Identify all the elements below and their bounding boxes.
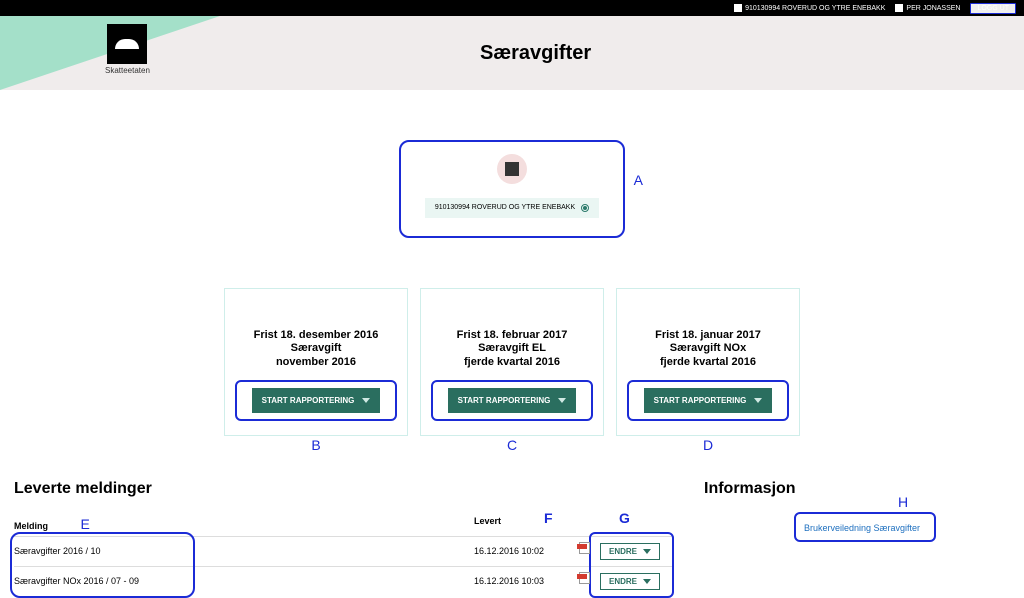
col-melding-label: Melding bbox=[14, 521, 48, 531]
topbar: 910130994 ROVERUD OG YTRE ENEBAKK PER JO… bbox=[0, 0, 1024, 16]
lower-section: Leverte meldinger Melding E Levert F G S… bbox=[14, 480, 1014, 596]
table-row: Særavgifter 2016 / 10 16.12.2016 10:02 E… bbox=[14, 536, 674, 566]
logo-block: Skatteetaten bbox=[105, 24, 150, 75]
table-header: Melding E Levert F G bbox=[14, 512, 674, 536]
start-reporting-button[interactable]: START RAPPORTERING bbox=[448, 388, 577, 413]
callout-b: B bbox=[311, 437, 320, 453]
hero: Skatteetaten Særavgifter bbox=[0, 16, 1024, 90]
cell-levert: 16.12.2016 10:02 bbox=[474, 546, 569, 556]
callout-h: H bbox=[898, 494, 908, 510]
info-link-highlight: H Brukerveiledning Særavgifter bbox=[794, 512, 936, 542]
rows-wrap: Særavgifter 2016 / 10 16.12.2016 10:02 E… bbox=[14, 536, 674, 596]
col-actions-header: G bbox=[569, 516, 674, 532]
col-levert-header: Levert F bbox=[474, 516, 569, 532]
cell-melding: Særavgifter 2016 / 10 bbox=[14, 546, 474, 556]
card-line3: fjerde kvartal 2016 bbox=[660, 356, 756, 368]
callout-d: D bbox=[703, 437, 713, 453]
card-line1: Frist 18. januar 2017 bbox=[655, 329, 761, 341]
reporting-cards-row: Frist 18. desember 2016 Særavgift novemb… bbox=[0, 288, 1024, 436]
brand-name: Skatteetaten bbox=[105, 66, 150, 75]
card-line3: fjerde kvartal 2016 bbox=[464, 356, 560, 368]
delivered-messages: Leverte meldinger Melding E Levert F G S… bbox=[14, 480, 674, 596]
report-card-title: Frist 18. januar 2017 Særavgift NOx fjer… bbox=[627, 329, 789, 370]
delivered-heading: Leverte meldinger bbox=[14, 480, 674, 498]
start-reporting-button[interactable]: START RAPPORTERING bbox=[252, 388, 381, 413]
entity-icon-circle bbox=[497, 154, 527, 184]
card-line2: Særavgift EL bbox=[478, 342, 546, 354]
information-panel: Informasjon H Brukerveiledning Særavgift… bbox=[704, 480, 1014, 596]
report-card-title: Frist 18. desember 2016 Særavgift novemb… bbox=[235, 329, 397, 370]
button-highlight: START RAPPORTERING bbox=[235, 380, 397, 421]
pdf-icon[interactable] bbox=[579, 572, 590, 584]
pdf-icon[interactable] bbox=[579, 542, 590, 554]
callout-e: E bbox=[81, 516, 90, 532]
edit-button[interactable]: ENDRE bbox=[600, 573, 660, 590]
topbar-user-label: PER JONASSEN bbox=[906, 5, 960, 12]
report-card: Frist 18. februar 2017 Særavgift EL fjer… bbox=[420, 288, 604, 436]
report-card-title: Frist 18. februar 2017 Særavgift EL fjer… bbox=[431, 329, 593, 370]
callout-g: G bbox=[619, 510, 630, 526]
topbar-org: 910130994 ROVERUD OG YTRE ENEBAKK bbox=[734, 4, 885, 12]
start-button-label: START RAPPORTERING bbox=[458, 396, 551, 405]
logout-button[interactable]: LOGG UT bbox=[970, 3, 1016, 14]
card-line2: Særavgift NOx bbox=[670, 342, 746, 354]
card-line2: Særavgift bbox=[291, 342, 342, 354]
button-highlight: START RAPPORTERING bbox=[627, 380, 789, 421]
callout-a: A bbox=[634, 172, 643, 188]
col-levert-label: Levert bbox=[474, 516, 501, 526]
card-line1: Frist 18. desember 2016 bbox=[254, 329, 379, 341]
user-guide-link[interactable]: Brukerveiledning Særavgifter bbox=[804, 523, 920, 533]
table-row: Særavgifter NOx 2016 / 07 - 09 16.12.201… bbox=[14, 566, 674, 596]
col-melding-header: Melding E bbox=[14, 516, 474, 532]
chevron-down-icon bbox=[754, 398, 762, 403]
entity-selector[interactable]: 910130994 ROVERUD OG YTRE ENEBAKK bbox=[425, 198, 599, 218]
page-title: Særavgifter bbox=[480, 42, 591, 65]
chevron-down-icon bbox=[558, 398, 566, 403]
chevron-down-icon bbox=[643, 549, 651, 554]
radio-selected-icon bbox=[581, 204, 589, 212]
start-button-label: START RAPPORTERING bbox=[654, 396, 747, 405]
report-card: Frist 18. januar 2017 Særavgift NOx fjer… bbox=[616, 288, 800, 436]
chevron-down-icon bbox=[643, 579, 651, 584]
building-icon bbox=[734, 4, 742, 12]
cell-actions: ENDRE bbox=[569, 542, 674, 560]
report-card: Frist 18. desember 2016 Særavgift novemb… bbox=[224, 288, 408, 436]
user-icon bbox=[895, 4, 903, 12]
card-line3: november 2016 bbox=[276, 356, 356, 368]
entity-label: 910130994 ROVERUD OG YTRE ENEBAKK bbox=[435, 204, 575, 211]
topbar-user: PER JONASSEN bbox=[895, 4, 960, 12]
callout-c: C bbox=[507, 437, 517, 453]
entity-area: 910130994 ROVERUD OG YTRE ENEBAKK A bbox=[0, 140, 1024, 238]
start-button-label: START RAPPORTERING bbox=[262, 396, 355, 405]
cell-actions: ENDRE bbox=[569, 572, 674, 590]
card-line1: Frist 18. februar 2017 bbox=[457, 329, 568, 341]
start-reporting-button[interactable]: START RAPPORTERING bbox=[644, 388, 773, 413]
topbar-org-label: 910130994 ROVERUD OG YTRE ENEBAKK bbox=[745, 5, 885, 12]
chevron-down-icon bbox=[362, 398, 370, 403]
edit-button[interactable]: ENDRE bbox=[600, 543, 660, 560]
info-heading: Informasjon bbox=[704, 480, 1014, 498]
skatteetaten-logo-icon bbox=[107, 24, 147, 64]
button-highlight: START RAPPORTERING bbox=[431, 380, 593, 421]
edit-label: ENDRE bbox=[609, 577, 637, 586]
callout-f: F bbox=[544, 510, 553, 526]
entity-card: 910130994 ROVERUD OG YTRE ENEBAKK A bbox=[399, 140, 625, 238]
edit-label: ENDRE bbox=[609, 547, 637, 556]
building-icon bbox=[505, 162, 519, 176]
